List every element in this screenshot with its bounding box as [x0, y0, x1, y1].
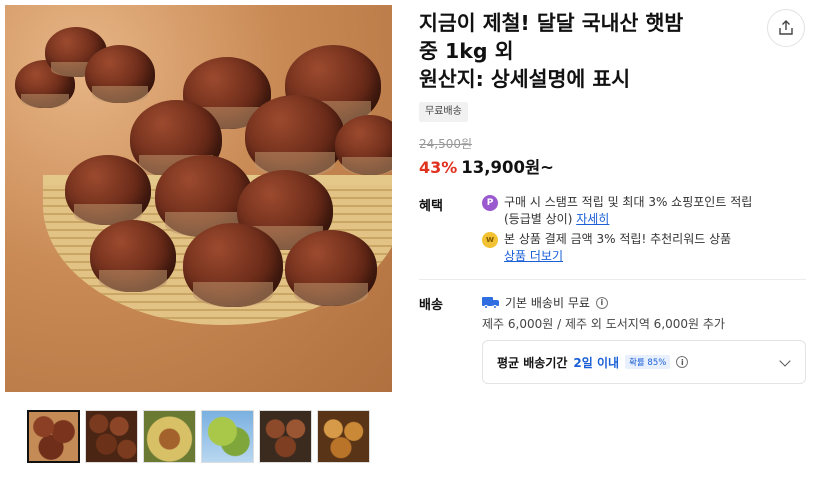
shipping-base-text: 기본 배송비 무료: [505, 296, 590, 310]
discount-rate: 43%: [419, 158, 458, 177]
gold-coin-icon: w: [482, 232, 498, 248]
thumbnail-chestnut-basket[interactable]: [27, 410, 80, 463]
thumbnail-chestnut-closeup[interactable]: [259, 410, 312, 463]
section-divider: [419, 279, 806, 280]
shipping-extra-fee: 제주 6,000원 / 제주 외 도서지역 6,000원 추가: [482, 317, 725, 331]
benefit-reward-text: 본 상품 결제 금액 3% 적립! 추천리워드 상품: [504, 232, 732, 246]
delivery-period-dropdown[interactable]: 평균 배송기간 2일 이내 확률 85% i: [482, 340, 806, 384]
share-icon: [779, 20, 793, 35]
thumbnail-roasted-chestnuts[interactable]: [317, 410, 370, 463]
chevron-down-icon: [779, 355, 791, 367]
thumbnail-chestnut-burr[interactable]: [143, 410, 196, 463]
original-price: 24,500원: [419, 137, 473, 151]
shipping-base: 기본 배송비 무료 i: [482, 294, 608, 311]
shipping-label: 배송: [419, 298, 443, 313]
benefit-item-reward: w 본 상품 결제 금액 3% 적립! 추천리워드 상품 상품 더보기: [482, 231, 731, 265]
price-row: 43% 13,900원~: [419, 154, 554, 178]
product-title-line-2: 중 1kg 외: [419, 39, 514, 63]
product-title: 지금이 제철! 달달 국내산 햇밤 중 1kg 외 원산지: 상세설명에 표시: [419, 9, 749, 93]
product-main-image: [5, 5, 392, 392]
truck-icon: [482, 296, 499, 309]
thumbnail-chestnut-tree[interactable]: [201, 410, 254, 463]
benefit-item-points: P 구매 시 스탬프 적립 및 최대 3% 쇼핑포인트 적립 (등급별 상이) …: [482, 194, 752, 228]
share-button[interactable]: [767, 9, 805, 47]
delivery-info-icon[interactable]: i: [676, 356, 689, 368]
point-coin-icon: P: [482, 195, 498, 211]
more-products-link[interactable]: 상품 더보기: [504, 249, 563, 263]
thumbnail-strip: [27, 410, 370, 463]
delivery-period-value: 2일 이내: [573, 355, 620, 370]
benefit-points-text: 구매 시 스탬프 적립 및 최대 3% 쇼핑포인트 적립: [504, 195, 753, 209]
benefits-label: 혜택: [419, 199, 443, 214]
benefit-points-note: (등급별 상이): [504, 212, 573, 226]
shipping-info-icon[interactable]: i: [595, 296, 608, 309]
free-shipping-badge: 무료배송: [419, 102, 468, 122]
delivery-probability-badge: 확률 85%: [625, 355, 671, 369]
thumbnail-chestnut-pile[interactable]: [85, 410, 138, 463]
product-title-line-3: 원산지: 상세설명에 표시: [419, 67, 631, 91]
product-title-line-1: 지금이 제철! 달달 국내산 햇밤: [419, 11, 684, 35]
delivery-period-label: 평균 배송기간: [497, 355, 568, 370]
benefit-details-link[interactable]: 자세히: [576, 212, 609, 226]
sale-price: 13,900원~: [461, 158, 554, 177]
